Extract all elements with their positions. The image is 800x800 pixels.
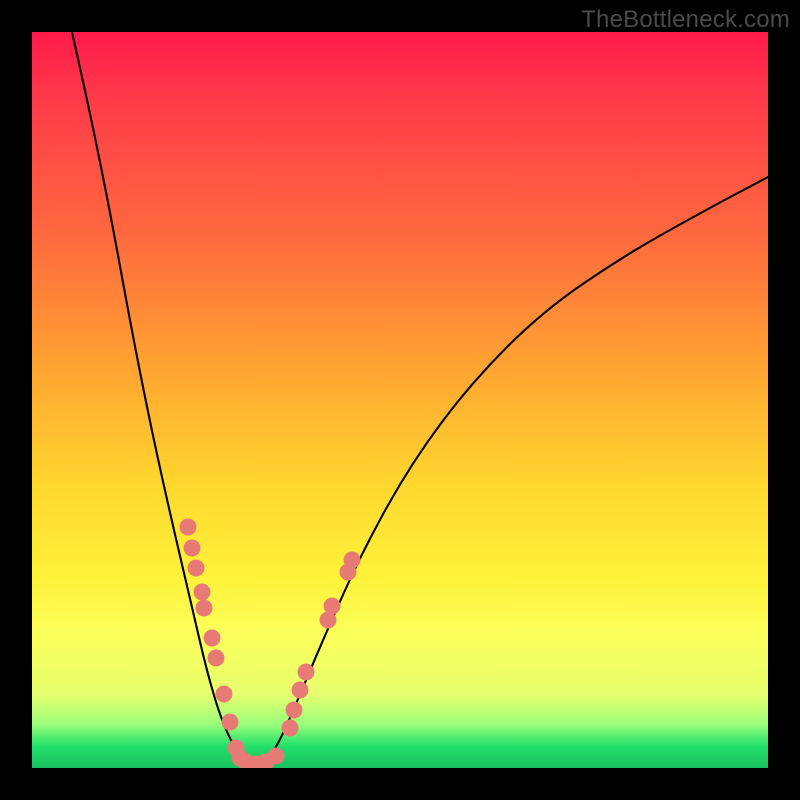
plot-area — [32, 32, 768, 768]
data-dot — [282, 720, 299, 737]
data-dot — [298, 664, 315, 681]
highlight-dots — [180, 519, 361, 769]
data-dot — [196, 600, 213, 617]
data-dot — [208, 650, 225, 667]
data-dot — [286, 702, 303, 719]
chart-frame: TheBottleneck.com — [0, 0, 800, 800]
curves-svg — [32, 32, 768, 768]
data-dot — [268, 748, 285, 765]
watermark-text: TheBottleneck.com — [581, 6, 790, 34]
data-dot — [188, 560, 205, 577]
data-dot — [344, 552, 361, 569]
data-dot — [180, 519, 197, 536]
data-dot — [194, 584, 211, 601]
data-dot — [204, 630, 221, 647]
data-dot — [216, 686, 233, 703]
data-dot — [324, 598, 341, 615]
data-dot — [184, 540, 201, 557]
right-curve — [262, 177, 768, 766]
data-dot — [222, 714, 239, 731]
data-dot — [292, 682, 309, 699]
